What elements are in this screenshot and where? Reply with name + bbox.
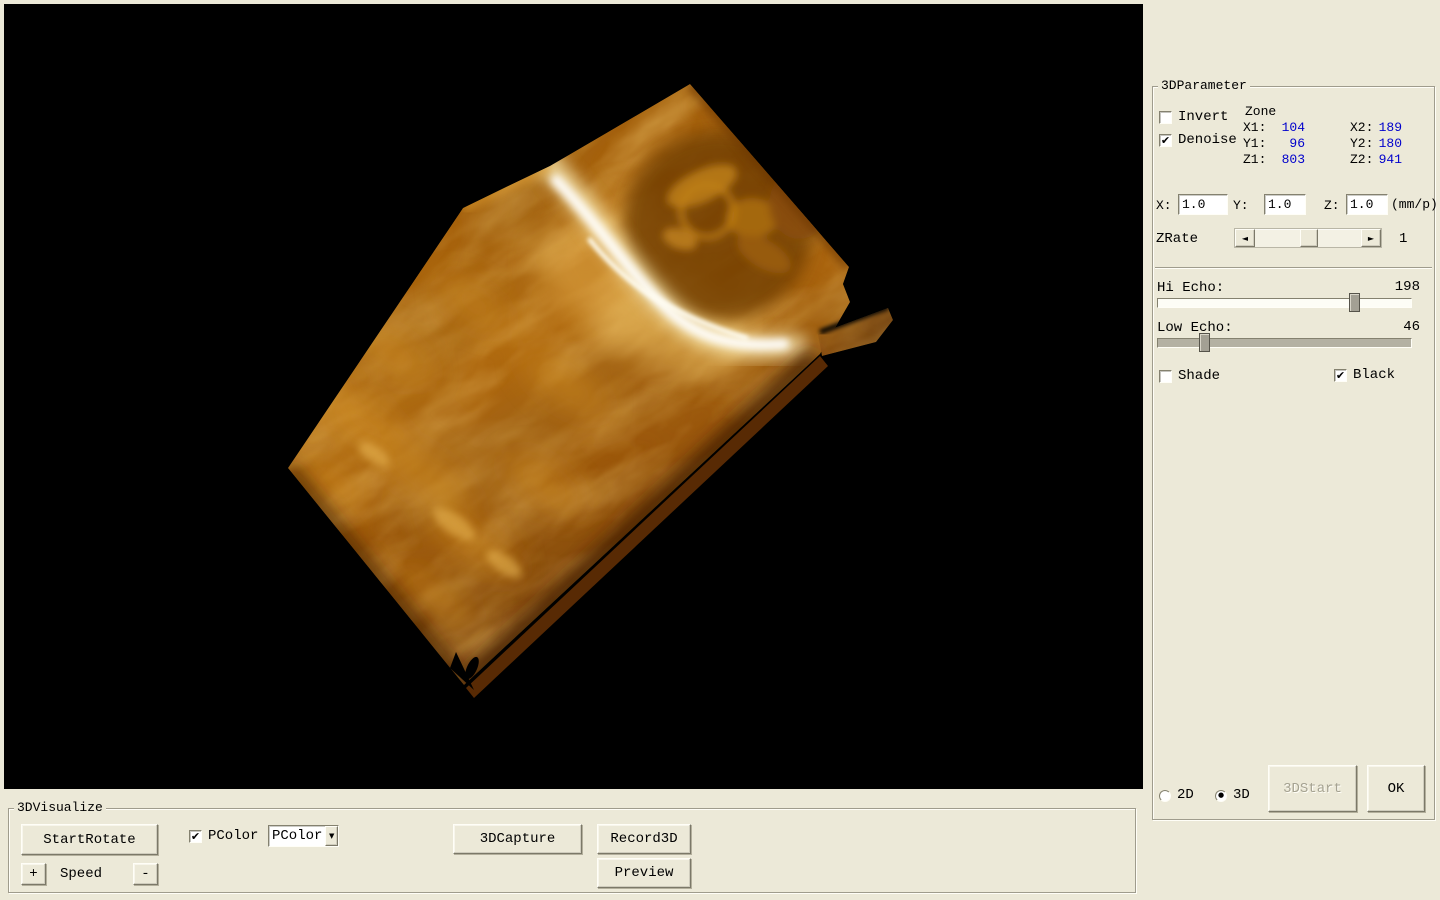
low-echo-value: 46 bbox=[1403, 319, 1420, 335]
zone-z1-label: Z1: bbox=[1243, 152, 1266, 167]
zrate-left-arrow-button[interactable]: ◄ bbox=[1235, 229, 1255, 247]
zone-x2-value: 189 bbox=[1362, 120, 1402, 135]
pcolor-checkbox-box[interactable]: ✔ bbox=[189, 830, 202, 843]
black-label: Black bbox=[1353, 368, 1395, 383]
check-mark-icon: ✔ bbox=[191, 831, 200, 842]
zone-y1-value: 96 bbox=[1265, 136, 1305, 151]
low-echo-label: Low Echo: bbox=[1157, 320, 1233, 336]
radio-dot-icon: ● bbox=[1218, 792, 1224, 799]
record-button[interactable]: Record3D bbox=[597, 824, 691, 854]
check-mark-icon: ✔ bbox=[1336, 370, 1345, 381]
parameter-group-title: 3DParameter bbox=[1158, 78, 1250, 93]
visualize-groupbox: 3DVisualize StartRotate + Speed - ✔ PCol… bbox=[8, 808, 1136, 893]
check-mark-icon: ✔ bbox=[1161, 135, 1170, 146]
zone-x1-label: X1: bbox=[1243, 120, 1266, 135]
invert-checkbox[interactable]: Invert bbox=[1159, 110, 1228, 125]
denoise-checkbox-box[interactable]: ✔ bbox=[1159, 134, 1172, 147]
mode-2d-radio[interactable]: 2D bbox=[1159, 788, 1194, 803]
zrate-value: 1 bbox=[1399, 231, 1407, 247]
y-scale-input[interactable] bbox=[1264, 194, 1306, 215]
capture-button[interactable]: 3DCapture bbox=[453, 824, 582, 854]
zrate-label: ZRate bbox=[1156, 231, 1198, 247]
start3d-button[interactable]: 3DStart bbox=[1268, 765, 1357, 812]
speed-label: Speed bbox=[60, 866, 102, 882]
z-scale-label: Z: bbox=[1324, 198, 1340, 213]
zone-y2-value: 180 bbox=[1362, 136, 1402, 151]
preview-button[interactable]: Preview bbox=[597, 858, 691, 888]
zone-z2-value: 941 bbox=[1362, 152, 1402, 167]
separator bbox=[1155, 267, 1432, 269]
hi-echo-thumb[interactable] bbox=[1349, 293, 1360, 312]
mode-2d-radio-circle[interactable] bbox=[1159, 790, 1171, 802]
right-arrow-icon: ► bbox=[1368, 234, 1374, 243]
pcolor-label: PColor bbox=[208, 829, 258, 844]
zone-x1-value: 104 bbox=[1265, 120, 1305, 135]
x-scale-label: X: bbox=[1156, 198, 1172, 213]
black-checkbox-box[interactable]: ✔ bbox=[1334, 369, 1347, 382]
y-scale-label: Y: bbox=[1233, 198, 1249, 213]
start-rotate-button[interactable]: StartRotate bbox=[21, 824, 158, 855]
denoise-label: Denoise bbox=[1178, 133, 1237, 148]
pcolor-dropdown-button[interactable]: ▼ bbox=[325, 826, 338, 846]
pcolor-dropdown-value: PColor bbox=[269, 828, 325, 844]
shade-checkbox-box[interactable] bbox=[1159, 370, 1172, 383]
ultrasound-viewport[interactable] bbox=[4, 4, 1143, 789]
low-echo-slider[interactable] bbox=[1157, 338, 1412, 348]
pcolor-checkbox[interactable]: ✔ PColor bbox=[189, 829, 258, 844]
mode-3d-label: 3D bbox=[1233, 788, 1250, 803]
low-echo-thumb[interactable] bbox=[1199, 333, 1210, 352]
invert-checkbox-box[interactable] bbox=[1159, 111, 1172, 124]
zone-y1-label: Y1: bbox=[1243, 136, 1266, 151]
left-arrow-icon: ◄ bbox=[1242, 234, 1248, 243]
dropdown-arrow-icon: ▼ bbox=[329, 832, 334, 840]
mode-3d-radio[interactable]: ● 3D bbox=[1215, 788, 1250, 803]
denoise-checkbox[interactable]: ✔ Denoise bbox=[1159, 133, 1237, 148]
black-checkbox[interactable]: ✔ Black bbox=[1334, 368, 1395, 383]
hi-echo-label: Hi Echo: bbox=[1157, 280, 1224, 296]
x-scale-input[interactable] bbox=[1178, 194, 1228, 215]
hi-echo-slider[interactable] bbox=[1157, 298, 1412, 308]
zrate-scrollbar[interactable]: ◄ ► bbox=[1234, 228, 1382, 248]
visualize-group-title: 3DVisualize bbox=[14, 800, 106, 815]
ok-button[interactable]: OK bbox=[1367, 765, 1425, 812]
zone-label: Zone bbox=[1245, 104, 1276, 119]
mode-2d-label: 2D bbox=[1177, 788, 1194, 803]
speed-minus-button[interactable]: - bbox=[133, 863, 158, 885]
shade-label: Shade bbox=[1178, 369, 1220, 384]
pcolor-dropdown[interactable]: PColor ▼ bbox=[268, 825, 339, 847]
zrate-right-arrow-button[interactable]: ► bbox=[1361, 229, 1381, 247]
ultrasound-render-3d bbox=[4, 4, 1143, 789]
zrate-thumb[interactable] bbox=[1300, 229, 1318, 247]
shade-checkbox[interactable]: Shade bbox=[1159, 369, 1220, 384]
invert-label: Invert bbox=[1178, 110, 1228, 125]
zone-z1-value: 803 bbox=[1265, 152, 1305, 167]
parameter-groupbox: 3DParameter Invert ✔ Denoise Zone X1: 10… bbox=[1152, 86, 1435, 820]
app-window: 3DParameter Invert ✔ Denoise Zone X1: 10… bbox=[0, 0, 1440, 900]
scale-unit-label: (mm/p) bbox=[1391, 197, 1438, 212]
mode-3d-radio-circle[interactable]: ● bbox=[1215, 790, 1227, 802]
z-scale-input[interactable] bbox=[1346, 194, 1388, 215]
speed-plus-button[interactable]: + bbox=[21, 863, 46, 885]
hi-echo-value: 198 bbox=[1395, 279, 1420, 295]
